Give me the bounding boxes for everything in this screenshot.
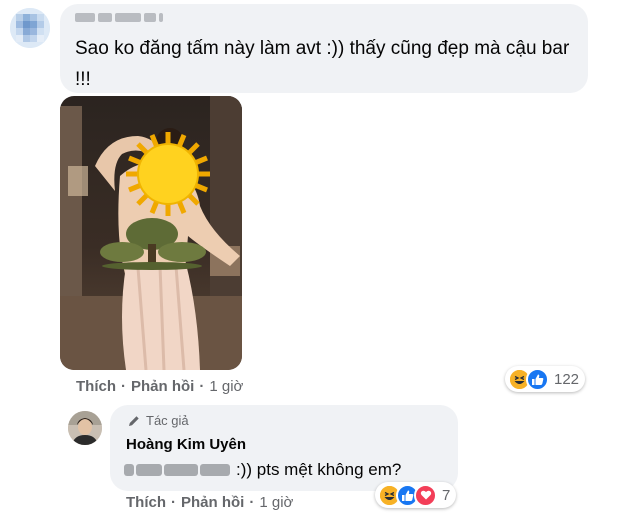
redacted-mention [200, 464, 230, 476]
separator-dot: · [199, 378, 205, 395]
reply-link[interactable]: Phản hồi [131, 378, 194, 395]
author-avatar[interactable] [68, 411, 102, 445]
pencil-icon [129, 415, 139, 426]
author-photo [68, 411, 102, 445]
like-link[interactable]: Thích [76, 378, 116, 395]
commenter-avatar[interactable] [10, 8, 50, 48]
reply-link[interactable]: Phản hồi [181, 494, 244, 511]
reply-actions: Thích · Phản hồi · 1 giờ [126, 494, 293, 511]
author-name[interactable]: Hoàng Kim Uyên [126, 436, 246, 453]
comment-text: Sao ko đăng tấm này làm avt :)) thấy cũn… [75, 38, 570, 90]
reply-text: :)) pts mệt không em? [124, 457, 401, 483]
photo-image [60, 96, 242, 370]
author-badge: Tác giả [127, 413, 189, 428]
reaction-count: 7 [442, 486, 451, 504]
reply-text-content: :)) pts mệt không em? [236, 460, 402, 479]
like-link[interactable]: Thích [126, 494, 166, 511]
comment-timestamp[interactable]: 1 giờ [209, 378, 243, 395]
comment-photo[interactable] [60, 96, 242, 370]
reply-reactions[interactable]: 7 [375, 482, 457, 508]
comment-actions: Thích · Phản hồi · 1 giờ [76, 378, 243, 395]
reply-timestamp[interactable]: 1 giờ [259, 494, 293, 511]
redacted-mention [124, 464, 134, 476]
commenter-name-redacted[interactable] [75, 9, 163, 25]
separator-dot: · [171, 494, 176, 511]
reaction-count: 122 [554, 370, 580, 388]
comment-reactions[interactable]: 122 [505, 366, 586, 392]
redacted-mention [136, 464, 162, 476]
separator-dot: · [121, 378, 126, 395]
author-badge-label: Tác giả [146, 413, 189, 428]
love-icon [414, 483, 437, 507]
separator-dot: · [249, 494, 255, 511]
pixelated-avatar-icon [10, 8, 50, 48]
redacted-mention [164, 464, 198, 476]
like-icon [526, 367, 549, 391]
